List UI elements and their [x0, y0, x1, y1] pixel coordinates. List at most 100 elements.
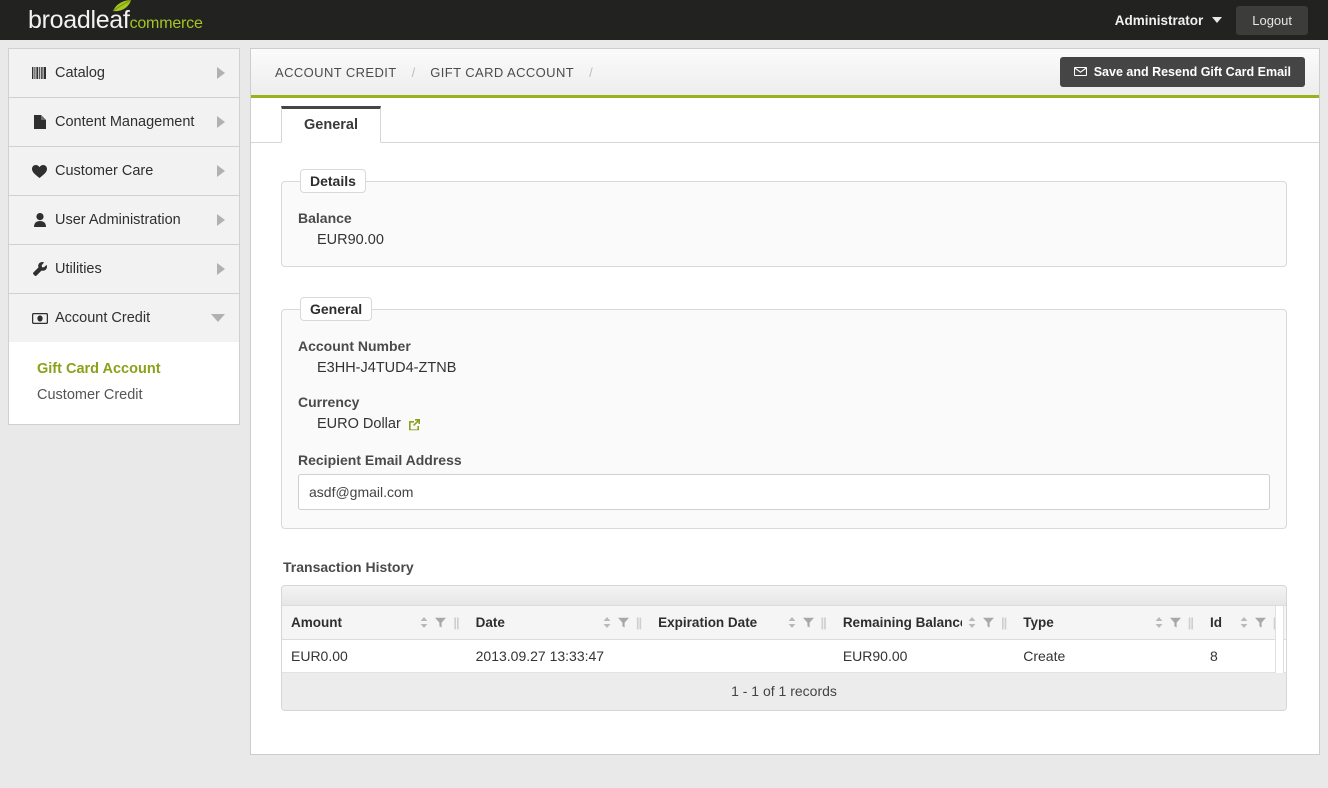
chevron-right-icon — [217, 263, 225, 275]
sort-icon[interactable] — [603, 617, 611, 628]
currency-field: Currency EURO Dollar — [298, 394, 1270, 432]
column-header-date[interactable]: Date || — [466, 606, 650, 640]
money-icon — [31, 312, 48, 324]
filter-icon[interactable] — [617, 617, 629, 628]
sort-icon[interactable] — [788, 617, 796, 628]
column-resize-grip[interactable]: || — [821, 615, 827, 630]
filter-icon[interactable] — [435, 617, 447, 628]
cell-type: Create — [1014, 639, 1201, 673]
external-link-icon[interactable] — [408, 418, 421, 431]
balance-field: Balance EUR90.00 — [298, 210, 1270, 248]
sidebar: Catalog Content Management Customer Care… — [8, 48, 240, 425]
column-label: Id — [1209, 615, 1222, 630]
general-legend: General — [300, 297, 373, 321]
leaf-icon — [112, 0, 132, 12]
filter-icon[interactable] — [802, 617, 814, 628]
top-bar-right: Administrator Logout — [1115, 5, 1308, 35]
sidebar-item-label: Content Management — [55, 114, 195, 130]
sidebar-item-utilities[interactable]: Utilities — [8, 244, 240, 293]
sidebar-item-content-management[interactable]: Content Management — [8, 97, 240, 146]
breadcrumb-separator: / — [589, 64, 593, 80]
sort-icon[interactable] — [420, 617, 428, 628]
grid-vertical-scrollbar[interactable] — [1275, 606, 1284, 673]
chevron-right-icon — [217, 214, 225, 226]
table-body: EUR0.00 2013.09.27 13:33:47 EUR90.00 Cre… — [282, 639, 1286, 673]
breadcrumb-separator: / — [411, 64, 416, 80]
heart-icon — [31, 164, 48, 178]
sort-icon[interactable] — [1240, 617, 1248, 628]
transaction-history-title: Transaction History — [283, 559, 414, 575]
breadcrumb: ACCOUNT CREDIT / GIFT CARD ACCOUNT / Sav… — [251, 49, 1319, 98]
breadcrumb-item-account-credit[interactable]: ACCOUNT CREDIT — [275, 65, 397, 80]
table-header: Amount || Date || Expiration Date || Rem… — [282, 606, 1286, 640]
column-resize-grip[interactable]: || — [1001, 615, 1007, 630]
column-resize-grip[interactable]: || — [453, 615, 459, 630]
page-body: Catalog Content Management Customer Care… — [0, 40, 1328, 763]
column-label: Type — [1023, 615, 1054, 630]
column-label: Expiration Date — [658, 615, 758, 630]
save-and-resend-label: Save and Resend Gift Card Email — [1093, 65, 1291, 79]
column-header-expiration-date[interactable]: Expiration Date || — [649, 606, 834, 640]
chevron-right-icon — [217, 67, 225, 79]
wrench-icon — [31, 262, 48, 276]
table-header-row: Amount || Date || Expiration Date || Rem… — [282, 606, 1286, 640]
admin-menu[interactable]: Administrator — [1115, 13, 1223, 28]
column-label: Date — [475, 615, 505, 630]
filter-icon[interactable] — [1169, 617, 1181, 628]
broadleaf-logo[interactable]: broadleaf commerce — [28, 0, 203, 33]
sidebar-item-catalog[interactable]: Catalog — [8, 48, 240, 97]
column-header-id[interactable]: Id || — [1200, 606, 1286, 640]
cell-amount: EUR0.00 — [282, 639, 467, 673]
column-label: Remaining Balance — [842, 615, 962, 630]
transaction-table: Amount || Date || Expiration Date || Rem… — [282, 606, 1286, 673]
sidebar-item-account-credit[interactable]: Account Credit — [8, 293, 240, 342]
document-icon — [31, 115, 48, 129]
column-header-type[interactable]: Type || — [1014, 606, 1201, 640]
recipient-email-input[interactable] — [298, 474, 1270, 510]
top-bar: broadleaf commerce Administrator Logout — [0, 0, 1328, 40]
column-resize-grip[interactable]: || — [1188, 615, 1194, 630]
chevron-down-icon — [1212, 17, 1223, 23]
column-header-amount[interactable]: Amount || — [282, 606, 467, 640]
column-resize-grip[interactable]: || — [636, 615, 642, 630]
chevron-right-icon — [217, 165, 225, 177]
admin-label: Administrator — [1114, 12, 1204, 28]
tab-general[interactable]: General — [281, 106, 381, 143]
chevron-right-icon — [217, 116, 225, 128]
currency-value: EURO Dollar — [317, 416, 401, 432]
grid-toolbar — [282, 586, 1286, 606]
account-number-value: E3HH-J4TUD4-ZTNB — [317, 360, 457, 376]
user-icon — [31, 213, 48, 227]
general-card: General Account Number E3HH-J4TUD4-ZTNB … — [281, 297, 1287, 529]
save-and-resend-gift-card-email-button[interactable]: Save and Resend Gift Card Email — [1059, 57, 1305, 87]
grid-scroll-wrapper: Amount || Date || Expiration Date || Rem… — [282, 606, 1286, 673]
cell-remaining-balance: EUR90.00 — [833, 639, 1015, 673]
sidebar-subitem-gift-card-account[interactable]: Gift Card Account — [9, 356, 239, 382]
filter-icon[interactable] — [1254, 617, 1266, 628]
envelope-icon — [1073, 65, 1087, 79]
chevron-down-icon — [211, 314, 225, 322]
currency-label: Currency — [298, 394, 360, 410]
filter-icon[interactable] — [982, 617, 994, 628]
sidebar-subitem-customer-credit[interactable]: Customer Credit — [9, 382, 239, 408]
sidebar-item-label: Utilities — [55, 261, 102, 277]
details-card: Details Balance EUR90.00 — [281, 169, 1287, 267]
sidebar-item-user-administration[interactable]: User Administration — [8, 195, 240, 244]
recipient-email-field: Recipient Email Address — [298, 452, 1270, 510]
sidebar-item-label: Catalog — [55, 65, 105, 81]
account-number-label: Account Number — [298, 338, 411, 354]
content-area: Details Balance EUR90.00 General Account… — [251, 143, 1319, 711]
sidebar-item-customer-care[interactable]: Customer Care — [8, 146, 240, 195]
sort-icon[interactable] — [968, 617, 976, 628]
sidebar-item-label: Customer Care — [55, 163, 154, 179]
column-header-remaining-balance[interactable]: Remaining Balance || — [833, 606, 1015, 640]
logout-button[interactable]: Logout — [1236, 5, 1308, 35]
table-row[interactable]: EUR0.00 2013.09.27 13:33:47 EUR90.00 Cre… — [282, 639, 1286, 673]
main-panel: ACCOUNT CREDIT / GIFT CARD ACCOUNT / Sav… — [250, 48, 1320, 755]
cell-expiration-date — [649, 639, 834, 673]
barcode-icon — [31, 67, 48, 79]
breadcrumb-item-gift-card-account[interactable]: GIFT CARD ACCOUNT — [430, 65, 574, 80]
sidebar-submenu: Gift Card Account Customer Credit — [8, 342, 240, 425]
balance-label: Balance — [298, 210, 352, 226]
sort-icon[interactable] — [1155, 617, 1163, 628]
